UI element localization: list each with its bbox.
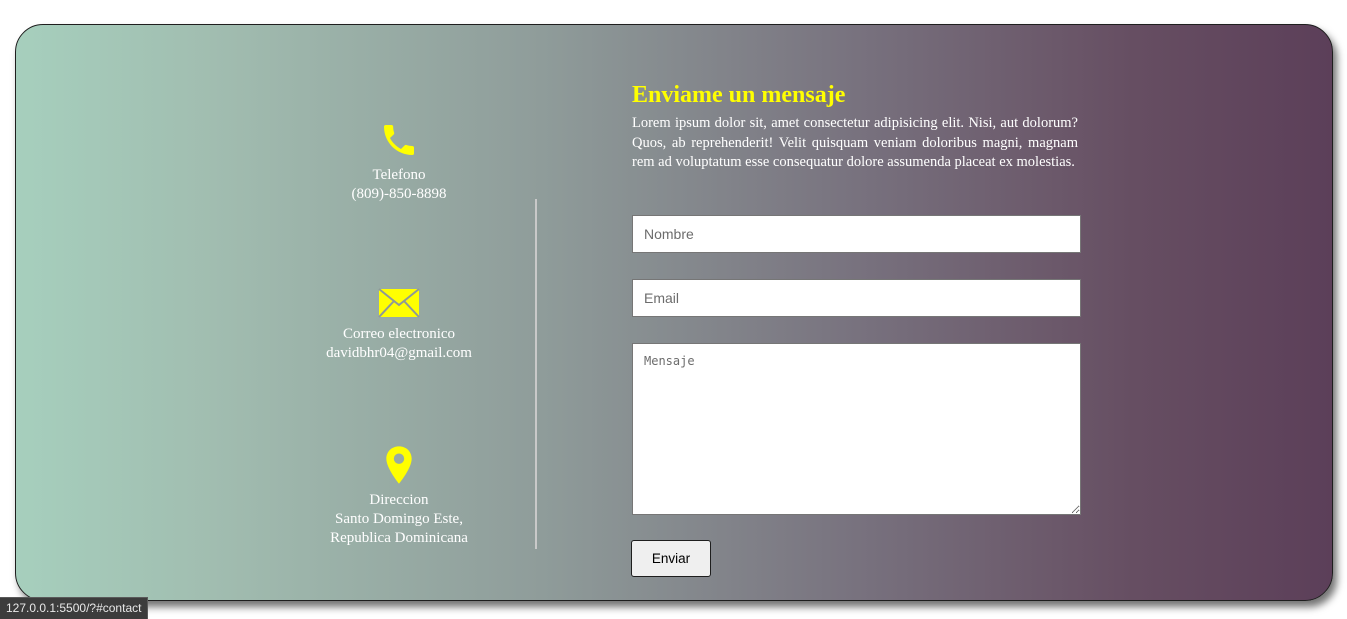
envelope-icon [378,288,420,318]
address-line-2: Republica Dominicana [330,530,468,546]
email-value: davidbhr04@gmail.com [326,345,472,361]
contact-phone: Telefono (809)-850-8898 [269,120,529,204]
phone-label: Telefono [372,167,426,183]
vertical-divider [535,199,537,549]
phone-icon [384,125,414,155]
message-textarea[interactable] [632,343,1081,515]
form-title: Enviame un mensaje [632,82,846,108]
contact-email: Correo electronico davidbhr04@gmail.com [269,287,529,363]
email-input[interactable] [632,279,1081,317]
map-pin-icon [386,446,412,484]
email-label: Correo electronico [342,326,456,342]
form-description: Lorem ipsum dolor sit, amet consectetur … [632,115,1078,170]
name-input[interactable] [632,215,1081,253]
status-bar-url: 127.0.0.1:5500/?#contact [0,597,149,619]
submit-button[interactable]: Enviar [631,540,711,577]
contact-address: Direccion Santo Domingo Este, Republica … [269,445,529,548]
address-line-1: Santo Domingo Este, [335,511,463,527]
address-label: Direccion [369,492,429,508]
phone-value: (809)-850-8898 [351,186,447,202]
contact-card: Telefono (809)-850-8898 Correo electroni… [15,24,1333,601]
